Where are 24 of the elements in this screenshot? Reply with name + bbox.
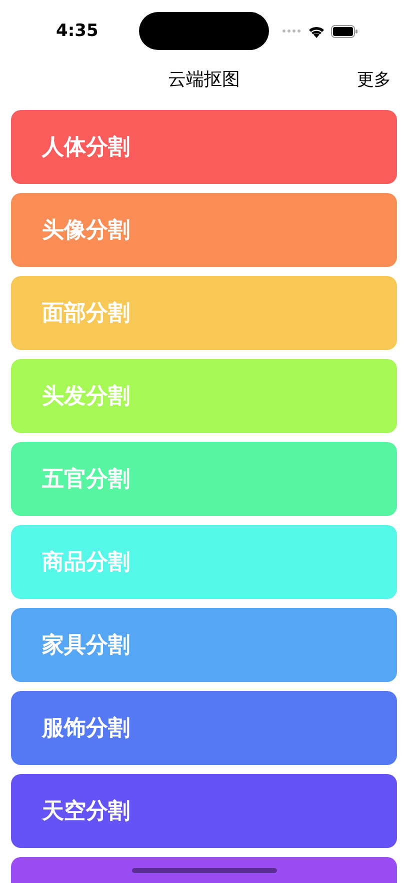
status-time: 4:35: [56, 21, 98, 41]
category-card[interactable]: 面部分割: [11, 276, 397, 350]
category-card[interactable]: 头像分割: [11, 193, 397, 267]
card-label: 面部分割: [42, 300, 130, 328]
card-label: 人体分割: [42, 134, 130, 162]
category-card[interactable]: 家具分割: [11, 608, 397, 682]
card-label: 家具分割: [42, 632, 130, 660]
wifi-icon: [308, 24, 325, 38]
category-card[interactable]: 头发分割: [11, 359, 397, 433]
card-label: 天空分割: [42, 798, 130, 826]
battery-icon: [331, 24, 358, 38]
card-label: 商品分割: [42, 549, 130, 577]
nav-title: 云端抠图: [168, 68, 240, 91]
category-card[interactable]: 五官分割: [11, 442, 397, 516]
category-card[interactable]: 商品分割: [11, 525, 397, 599]
category-card[interactable]: 天空分割: [11, 774, 397, 848]
card-label: 头像分割: [42, 217, 130, 245]
signal-icon: [282, 29, 302, 33]
more-button[interactable]: 更多: [357, 68, 391, 90]
card-label: 五官分割: [42, 466, 130, 494]
category-card[interactable]: 人体分割: [11, 110, 397, 184]
card-label: 服饰分割: [42, 715, 130, 743]
category-card[interactable]: 服饰分割: [11, 691, 397, 765]
card-label: 头发分割: [42, 383, 130, 411]
